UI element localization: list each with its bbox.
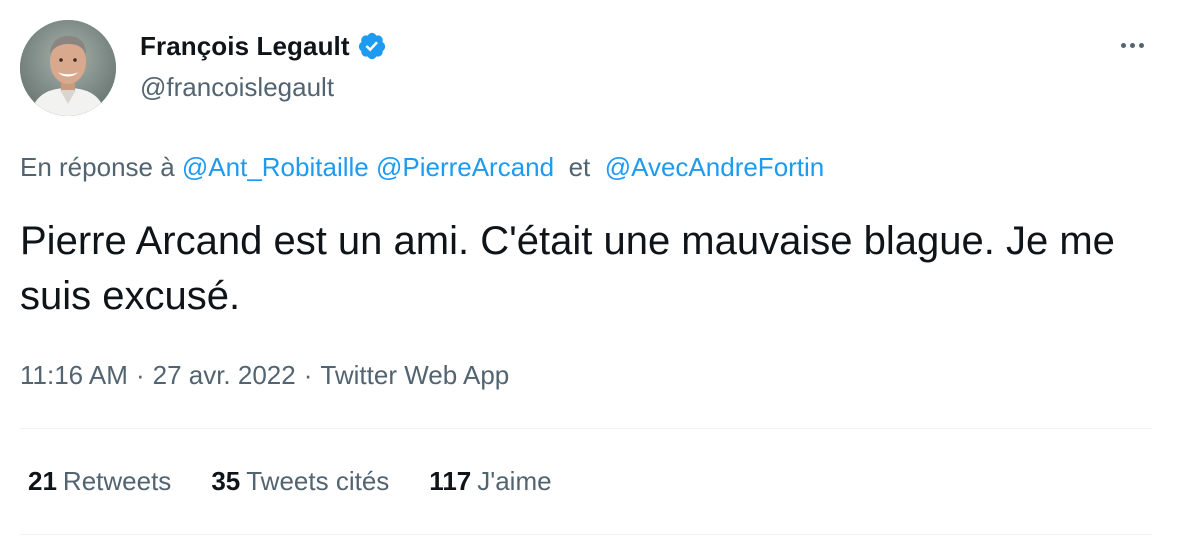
author-handle[interactable]: @francoislegault [140, 72, 334, 103]
quote-tweets-count: 35 [211, 466, 241, 496]
meta-separator: · [135, 360, 145, 390]
likes-count: 117 [429, 466, 472, 496]
tweet-metadata: 11:16 AM · 27 avr. 2022 · Twitter Web App [20, 360, 509, 391]
more-options-button[interactable] [1112, 30, 1152, 60]
retweets-label: Retweets [62, 466, 172, 496]
tweet-text: Pierre Arcand est un ami. C'était une ma… [20, 219, 1115, 318]
engagement-stats: 21 Retweets 35 Tweets cités 117 J'aime [28, 466, 552, 497]
reply-user-link[interactable]: @AvecAndreFortin [605, 152, 825, 182]
more-options-dot [1129, 42, 1135, 48]
tweet: François Legault @francoislegault En rép… [0, 0, 1186, 552]
more-options-dot [1138, 42, 1144, 48]
divider [20, 428, 1152, 429]
reply-conjunction: et [568, 152, 591, 182]
tweet-source[interactable]: Twitter Web App [320, 360, 509, 390]
divider [20, 534, 1152, 535]
author-name-row: François Legault [140, 28, 387, 64]
reply-context: En réponse à @Ant_Robitaille @PierreArca… [20, 152, 824, 183]
retweets-stat[interactable]: 21 Retweets [28, 466, 171, 497]
reply-user-link[interactable]: @Ant_Robitaille [182, 152, 369, 182]
quote-tweets-stat[interactable]: 35 Tweets cités [211, 466, 389, 497]
likes-label: J'aime [477, 466, 552, 496]
reply-user-link[interactable]: @PierreArcand [376, 152, 554, 182]
avatar[interactable] [20, 20, 116, 116]
meta-separator: · [303, 360, 313, 390]
quote-tweets-label: Tweets cités [246, 466, 390, 496]
tweet-time[interactable]: 11:16 AM [20, 360, 128, 390]
more-options-icon [1120, 42, 1126, 48]
tweet-date[interactable]: 27 avr. 2022 [153, 360, 296, 390]
retweets-count: 21 [28, 466, 57, 496]
likes-stat[interactable]: 117 J'aime [429, 466, 551, 497]
author-display-name[interactable]: François Legault [140, 31, 350, 62]
verified-badge-icon [357, 31, 387, 61]
reply-prefix: En réponse à [20, 152, 175, 182]
